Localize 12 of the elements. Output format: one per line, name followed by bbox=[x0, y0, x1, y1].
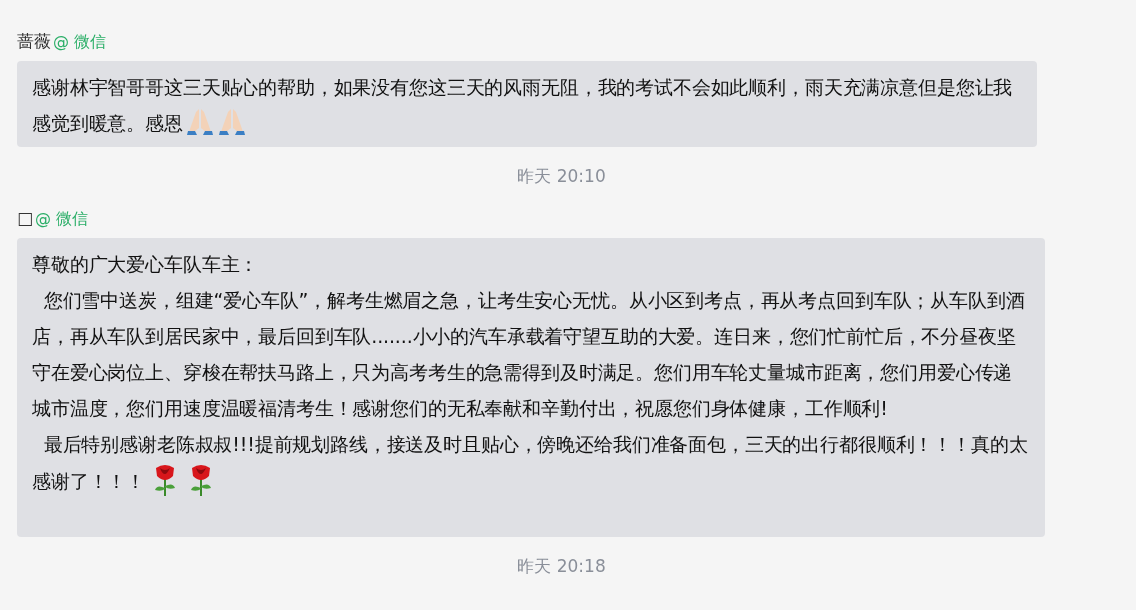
message-text: 最后特别感谢老陈叔叔!!!提前规划路线，接送及时且贴心，傍晚还给我们准备面包，三天的出行都很顺利！！！真的太感谢了！！！ bbox=[32, 426, 1029, 499]
praying-hands-icon bbox=[216, 106, 247, 136]
source-label: @ 微信 bbox=[53, 32, 107, 53]
timestamp: 昨天 20:18 bbox=[517, 555, 606, 578]
sender-name: 蔷薇 bbox=[17, 30, 51, 53]
praying-hands-icon bbox=[184, 106, 215, 136]
message-text: 您们雪中送炭，组建“爱心车队”，解考生燃眉之急，让考生安心无忧。从小区到考点，再从考点回到车队；从车队到酒店，再从车队到居民家中，最后回到车队.......小小的汽车承载着守望互助的大爱。连日来，您们忙前忙后，不分昼夜坚守在爱心岗位上、穿梭在帮扶马路上，只为高考考生的急需得到及时满足。您们用车轮丈量城市距离，您们用爱心传递城市温度，您们用速度温暖福清考生！感谢您们的无私奉献和辛勤付出，祝愿您们身体健康，工作顺利! bbox=[32, 288, 1026, 421]
message-text: 感谢林宇智哥哥这三天贴心的帮助，如果没有您这三天的风雨无阻，我的考试不会如此顺利，雨天充满凉意但是您让我感觉到暖意。感恩 bbox=[32, 75, 1014, 138]
sender-name: □ bbox=[17, 208, 34, 228]
timestamp: 昨天 20:10 bbox=[517, 165, 606, 188]
source-label: @ 微信 bbox=[35, 209, 89, 230]
message-text: 尊敬的广大爱心车队车主： bbox=[32, 252, 260, 277]
